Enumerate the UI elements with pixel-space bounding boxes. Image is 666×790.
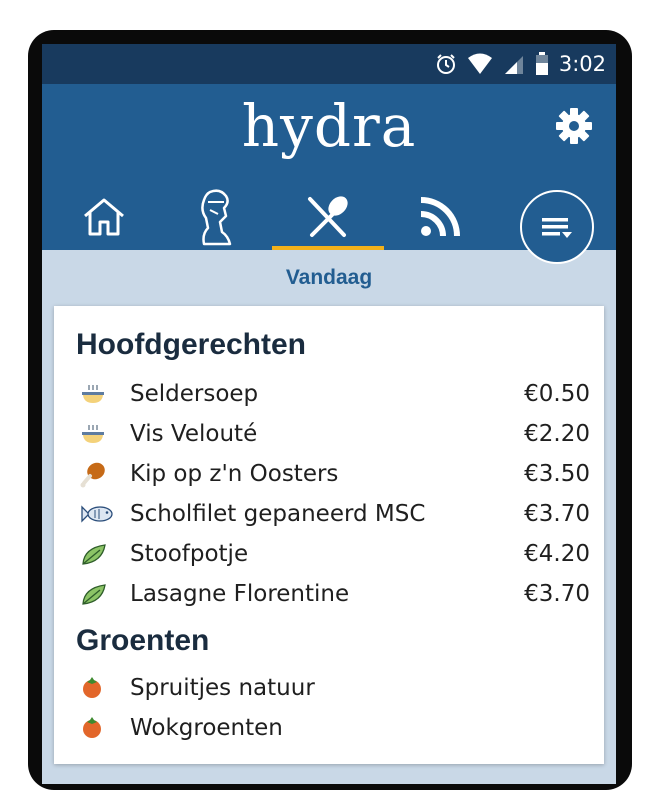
- menu-item: Kip op z'n Oosters €3.50: [80, 454, 590, 494]
- tab-bar: [42, 184, 512, 250]
- chicken-leg-icon: [80, 462, 105, 488]
- menu-item: Seldersoep €0.50: [80, 374, 590, 414]
- sort-list-icon: [542, 218, 572, 238]
- section-title: Hoofdgerechten: [76, 328, 307, 361]
- dish-name: Lasagne Florentine: [130, 581, 350, 607]
- leaf-icon: [82, 544, 106, 565]
- menu-item: Stoofpotje €4.20: [80, 534, 590, 574]
- screen: 3:02 hydra Vandaag Hoofdgerechten Selder…: [42, 44, 616, 784]
- soup-icon: [82, 385, 104, 403]
- menu-item: Lasagne Florentine €3.70: [80, 574, 590, 614]
- soup-icon: [82, 425, 104, 443]
- signal-icon: [504, 56, 523, 74]
- dish-name: Seldersoep: [130, 381, 259, 407]
- tomato-icon: [83, 677, 101, 698]
- alarm-icon: [436, 54, 455, 74]
- minerva-icon: [201, 189, 232, 246]
- leaf-icon: [82, 584, 106, 605]
- dish-price: €3.70: [524, 501, 590, 527]
- tab-minerva[interactable]: [160, 184, 272, 250]
- menu-card: Hoofdgerechten Seldersoep €0.50 Vis Velo…: [54, 306, 604, 764]
- vegetable-name: Wokgroenten: [130, 715, 283, 741]
- fork-knife-icon: [308, 196, 348, 237]
- tab-resto[interactable]: [272, 184, 384, 250]
- menu-item: Vis Velouté €2.20: [80, 414, 590, 454]
- vegetable-name: Spruitjes natuur: [130, 675, 315, 701]
- home-icon: [84, 198, 124, 236]
- tomato-icon: [83, 717, 101, 738]
- fish-icon: [81, 505, 113, 523]
- status-bar: 3:02: [42, 44, 616, 84]
- menu-item: Scholfilet gepaneerd MSC €3.70: [80, 494, 590, 534]
- dish-price: €3.70: [524, 581, 590, 607]
- menu-item: Wokgroenten: [80, 708, 590, 748]
- menu-item: Spruitjes natuur: [80, 668, 590, 708]
- dish-price: €2.20: [524, 421, 590, 447]
- dish-name: Vis Velouté: [130, 421, 258, 447]
- tab-home[interactable]: [48, 184, 160, 250]
- dish-price: €4.20: [524, 541, 590, 567]
- dish-price: €0.50: [524, 381, 590, 407]
- tab-feed[interactable]: [384, 184, 496, 250]
- section-title: Groenten: [76, 624, 210, 657]
- rss-icon: [420, 197, 460, 237]
- dish-name: Kip op z'n Oosters: [130, 461, 339, 487]
- gear-icon[interactable]: [552, 104, 596, 148]
- battery-icon: [535, 52, 548, 75]
- status-time: 3:02: [558, 52, 606, 76]
- dish-name: Stoofpotje: [130, 541, 249, 567]
- wifi-icon: [467, 53, 492, 74]
- dish-price: €3.50: [524, 461, 590, 487]
- dish-name: Scholfilet gepaneerd MSC: [130, 501, 426, 527]
- app-logo: hydra: [241, 92, 417, 160]
- day-label[interactable]: Vandaag: [42, 250, 616, 306]
